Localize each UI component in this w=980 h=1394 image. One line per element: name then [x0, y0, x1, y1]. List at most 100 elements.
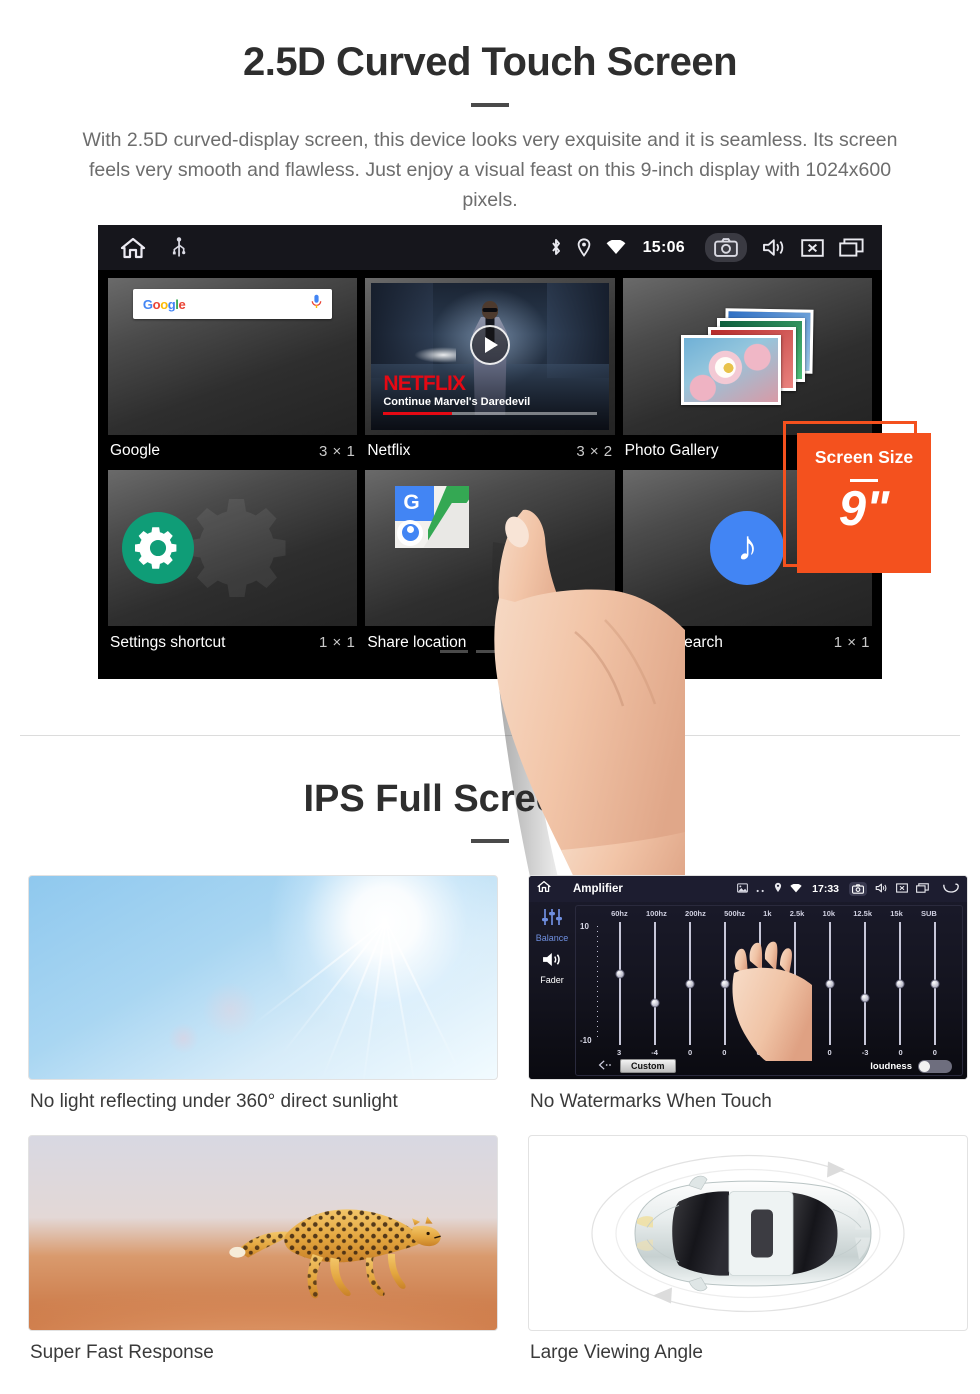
running-cheetah-photo: [28, 1135, 498, 1331]
band-value: 0: [898, 1048, 903, 1057]
close-icon[interactable]: [801, 238, 824, 257]
band-label: 2.5k: [789, 909, 805, 918]
screen-size-label: Screen Size: [814, 447, 914, 467]
widget-preview-google: Google: [108, 278, 358, 435]
band-slider[interactable]: [895, 922, 905, 1045]
equalizer-sliders-icon[interactable]: [541, 908, 563, 931]
home-icon[interactable]: [120, 236, 146, 260]
status-clock: 15:06: [642, 238, 685, 256]
widget-name: Photo Gallery: [624, 442, 719, 459]
amplifier-sidebar: Balance Fader: [529, 902, 575, 1079]
feature-card-grid: No light reflecting under 360° direct su…: [28, 875, 968, 1364]
feature-card-viewing-angle: Large Viewing Angle: [528, 1135, 968, 1364]
band-value: 0: [688, 1048, 693, 1057]
screenshot-camera-icon[interactable]: [705, 233, 747, 262]
band-label: 60hz: [611, 909, 628, 918]
page-dot[interactable]: [476, 650, 504, 653]
recents-icon[interactable]: [916, 880, 929, 898]
band-label: 500hz: [724, 909, 745, 918]
widget-caption-google: Google 3 × 1: [108, 435, 357, 468]
widget-name: Google: [110, 442, 160, 459]
widget-size: 3 × 1: [319, 442, 356, 460]
person-pin-icon: [397, 519, 424, 546]
gallery-icon: [737, 880, 749, 898]
band-slider[interactable]: [825, 922, 835, 1045]
page-dot-active[interactable]: [512, 650, 540, 653]
car-top-view-diagram: [528, 1135, 968, 1331]
photo-stack-icon: [681, 307, 814, 406]
widget-name: Share location: [367, 633, 467, 651]
home-icon[interactable]: [537, 880, 551, 898]
amplifier-status-bar: Amplifier 17:33: [529, 876, 967, 902]
widget-preview-share-location: G: [365, 469, 615, 626]
cheetah-silhouette: [229, 1209, 442, 1299]
feature-caption: No Watermarks When Touch: [530, 1091, 772, 1112]
amplifier-title: Amplifier: [573, 883, 623, 895]
screen-size-value: 9": [838, 482, 890, 536]
widget-cell-netflix[interactable]: NETFLIX Continue Marvel's Daredevil Netf…: [363, 276, 616, 468]
wifi-icon: [606, 240, 626, 255]
microphone-icon[interactable]: [311, 294, 322, 314]
page-title: 2.5D Curved Touch Screen: [242, 40, 738, 84]
band-slider[interactable]: [685, 922, 695, 1045]
band-slider[interactable]: [615, 922, 625, 1045]
scale-ticks: [597, 926, 598, 1041]
band-slider[interactable]: [930, 922, 940, 1045]
recents-icon[interactable]: [839, 238, 864, 257]
scale-max: 10: [580, 922, 589, 931]
widget-cell-share-location[interactable]: G Share location 1 × 1: [363, 468, 616, 660]
widget-name: Netflix: [367, 442, 411, 459]
car-rotation-diagram: [591, 1154, 905, 1313]
google-search-box[interactable]: Google: [132, 289, 333, 319]
close-icon[interactable]: [896, 880, 908, 898]
widget-cell-google[interactable]: Google Google 3 × 1: [106, 276, 359, 468]
dots-icon: [756, 880, 766, 898]
band-label: 10k: [822, 909, 836, 918]
section2-title: IPS Full Screen View: [303, 778, 677, 820]
screenshot-camera-icon[interactable]: [849, 882, 867, 896]
page-indicator: [98, 650, 882, 653]
feature-card-fast-response: Super Fast Response: [28, 1135, 498, 1364]
section-description: With 2.5D curved-display screen, this de…: [82, 129, 898, 211]
band-slider[interactable]: [860, 922, 870, 1045]
amplifier-clock: 17:33: [812, 883, 839, 895]
touching-hand-illustration: [732, 941, 812, 1061]
band-label: 100hz: [645, 909, 667, 918]
loudness-control: loudness: [870, 1059, 952, 1073]
volume-icon[interactable]: [762, 238, 786, 257]
widget-size: 3 × 2: [576, 442, 613, 460]
widget-size: 1 × 1: [576, 634, 613, 651]
amplifier-fader-label[interactable]: Fader: [540, 975, 564, 985]
feature-caption: No light reflecting under 360° direct su…: [30, 1091, 398, 1112]
location-icon: [577, 238, 591, 257]
play-button-icon[interactable]: [469, 324, 510, 365]
preset-custom-button[interactable]: Custom: [620, 1059, 676, 1073]
back-icon[interactable]: [943, 880, 959, 898]
widget-cell-settings-shortcut[interactable]: Settings shortcut 1 × 1: [106, 468, 359, 660]
volume-icon[interactable]: [875, 880, 888, 898]
loudness-toggle[interactable]: [918, 1059, 952, 1073]
netflix-subtitle: Continue Marvel's Daredevil: [383, 395, 531, 408]
widget-preview-settings: [108, 469, 358, 626]
amplifier-balance-label[interactable]: Balance: [536, 933, 569, 943]
band-value: 0: [932, 1048, 937, 1057]
music-note-icon: ♪: [710, 510, 785, 585]
previous-preset-icon[interactable]: [598, 1057, 612, 1075]
speaker-icon[interactable]: [541, 951, 563, 973]
section-curved-screen: 2.5D Curved Touch Screen With 2.5D curve…: [0, 0, 980, 940]
band-label: 200hz: [685, 909, 706, 918]
device-showcase: Screen Size 9" 15:06 Google Google 3 × 1…: [0, 225, 980, 940]
band-value: 0: [827, 1048, 832, 1057]
amplifier-ui: Amplifier 17:33 Balance Fader 60hz 100hz…: [529, 876, 967, 1079]
title-divider: [471, 103, 509, 107]
scale-min: -10: [580, 1036, 592, 1045]
band-value: -4: [651, 1048, 658, 1057]
band-value: 3: [617, 1048, 622, 1057]
page-dot[interactable]: [440, 650, 468, 653]
google-maps-icon: G: [395, 485, 470, 548]
netflix-logo: NETFLIX: [383, 371, 466, 395]
widget-caption-netflix: Netflix 3 × 2: [365, 435, 614, 468]
feature-card-amplifier: Amplifier 17:33 Balance Fader 60hz 100hz…: [528, 875, 968, 1113]
feature-card-sunlight: No light reflecting under 360° direct su…: [28, 875, 498, 1113]
band-slider[interactable]: [650, 922, 660, 1045]
